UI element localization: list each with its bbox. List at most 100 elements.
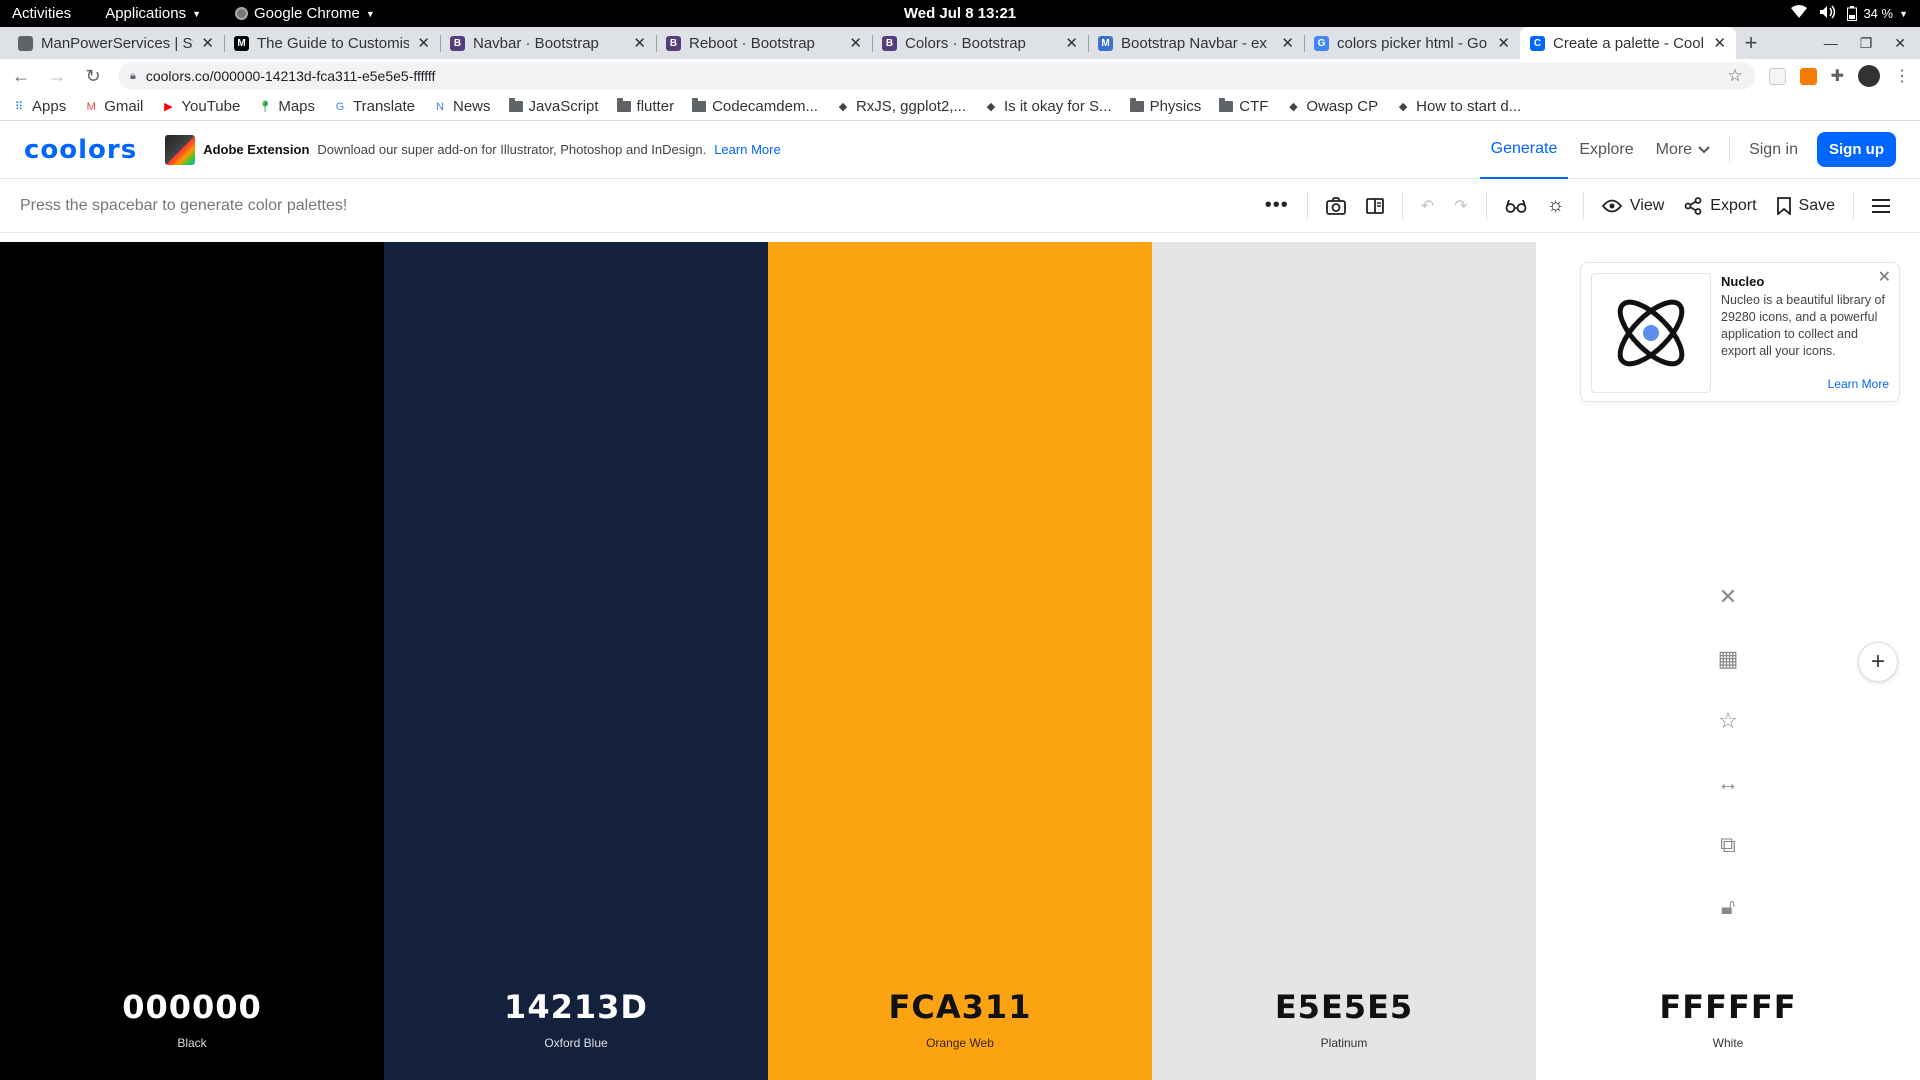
window-controls: — ❐ ✕ [1824,27,1920,59]
toolbar-divider [1485,191,1487,220]
camera-icon[interactable] [1316,191,1356,221]
ad-learn-more-link[interactable]: Learn More [1828,377,1889,391]
extension-blank-icon[interactable] [1768,67,1786,85]
browser-app-menu[interactable]: Google Chrome ▼ [235,5,375,22]
nucleo-ad-card[interactable]: Nucleo Nucleo is a beautiful library of … [1580,262,1900,402]
bookmark-item[interactable]: Physics [1129,98,1201,115]
bookmark-item[interactable]: JavaScript [508,98,599,115]
close-tab-icon[interactable]: ✕ [417,34,430,52]
url-text: coolors.co/000000-14213d-fca311-e5e5e5-f… [145,68,436,84]
reload-icon[interactable]: ↻ [82,66,104,87]
bookmark-item[interactable]: 📍︎ Maps [258,98,315,115]
tab-title: colors picker html - Go [1337,34,1488,52]
profile-avatar[interactable] [1858,65,1880,87]
close-tab-icon[interactable]: ✕ [1497,34,1510,52]
url-input[interactable]: 🔒︎ coolors.co/000000-14213d-fca311-e5e5e… [118,62,1755,90]
more-options-icon[interactable]: ••• [1255,191,1299,221]
extensions-puzzle-icon[interactable]: ✚ [1831,66,1844,86]
copy-icon[interactable]: ⧉ [1716,830,1740,860]
bookmark-item[interactable]: ▶ YouTube [161,98,240,115]
view-button[interactable]: View [1592,191,1674,221]
bookmark-item[interactable]: ⠿ Apps [12,98,66,115]
chrome-menu-icon[interactable]: ⋮ [1894,66,1910,86]
drag-handle-icon[interactable]: ↔ [1716,768,1740,798]
close-tab-icon[interactable]: ✕ [201,34,214,52]
bookmark-item[interactable]: N News [433,98,491,115]
browser-tab[interactable]: Gcolors picker html - Go ✕ [1304,27,1520,59]
save-label: Save [1798,196,1835,214]
close-window-icon[interactable]: ✕ [1894,35,1906,52]
system-clock[interactable]: Wed Jul 8 13:21 [904,5,1016,22]
lock-icon[interactable]: 🔓︎ [1716,892,1740,922]
promo-learn-more-link[interactable]: Learn More [714,142,780,157]
add-color-button[interactable]: + [1858,642,1898,682]
glasses-icon[interactable] [1495,191,1537,221]
sign-in-link[interactable]: Sign in [1738,121,1809,179]
back-icon[interactable]: ← [10,66,32,87]
bookmark-icon [1776,196,1791,215]
browser-tab[interactable]: M Bootstrap Navbar - ex ✕ [1088,27,1304,59]
swatch-hex-code[interactable]: FFFFFF [1536,988,1920,1026]
nav-generate[interactable]: Generate [1479,121,1569,179]
bookmark-label: Translate [353,98,415,115]
close-tab-icon[interactable]: ✕ [849,34,862,52]
shades-grid-icon[interactable]: ▦ [1716,644,1740,674]
coolors-logo[interactable]: coolors [24,135,137,165]
maximize-icon[interactable]: ❐ [1860,35,1873,52]
browser-tab[interactable]: B Colors · Bootstrap ✕ [872,27,1088,59]
redo-icon[interactable]: ↷ [1444,191,1477,221]
browser-tab[interactable]: B Navbar · Bootstrap ✕ [440,27,656,59]
swatch-hex-code[interactable]: 14213D [384,988,768,1026]
export-button[interactable]: Export [1674,191,1766,221]
swatch-hex-code[interactable]: E5E5E5 [1152,988,1536,1026]
extension-chart-icon[interactable] [1799,67,1817,85]
minimize-icon[interactable]: — [1824,35,1838,51]
bookmark-item[interactable]: G Translate [333,98,415,115]
browser-tab[interactable]: C Create a palette - Cool ✕ [1520,27,1736,59]
brightness-icon[interactable]: ☼ [1537,191,1575,221]
bookmark-item[interactable]: CTF [1219,98,1268,115]
hamburger-menu-icon[interactable] [1862,191,1900,221]
sign-up-button[interactable]: Sign up [1817,132,1896,167]
color-swatch[interactable]: 14213D Oxford Blue [384,242,768,1080]
nav-more[interactable]: More [1645,121,1721,179]
favorite-star-icon[interactable]: ☆ [1716,706,1740,736]
save-button[interactable]: Save [1767,191,1845,221]
bookmark-item[interactable]: ◆ Is it okay for S... [984,98,1112,115]
color-swatch[interactable]: E5E5E5 Platinum [1152,242,1536,1080]
split-view-icon[interactable] [1356,191,1394,221]
color-swatch[interactable]: FCA311 Orange Web [768,242,1152,1080]
swatch-color-name: Oxford Blue [544,1036,608,1050]
new-tab-button[interactable]: + [1736,27,1766,59]
close-tab-icon[interactable]: ✕ [1065,34,1078,52]
bookmark-item[interactable]: Codecamdem... [692,98,818,115]
applications-menu[interactable]: Applications ▼ [105,5,201,22]
bookmark-label: How to start d... [1416,98,1522,115]
bookmark-star-icon[interactable]: ☆ [1727,66,1742,86]
browser-tab[interactable]: M The Guide to Customis ✕ [224,27,440,59]
bookmark-item[interactable]: ◆ How to start d... [1396,98,1521,115]
lock-icon[interactable]: 🔒︎ [130,70,136,83]
bookmark-item[interactable]: M Gmail [84,98,144,115]
bookmark-item[interactable]: flutter [616,98,674,115]
close-tab-icon[interactable]: ✕ [633,34,646,52]
close-tab-icon[interactable]: ✕ [1713,34,1726,52]
nav-explore[interactable]: Explore [1568,121,1644,179]
bookmark-item[interactable]: ◆ RxJS, ggplot2,... [836,98,966,115]
remove-color-icon[interactable]: ✕ [1716,582,1740,612]
bookmark-item[interactable]: ◆ Owasp CP [1286,98,1378,115]
browser-tab[interactable]: ManPowerServices | St ✕ [8,27,224,59]
tab-favicon-icon: B [450,35,465,51]
browser-tab[interactable]: B Reboot · Bootstrap ✕ [656,27,872,59]
battery-indicator[interactable]: 34 % ▼ [1847,6,1908,21]
swatch-hex-code[interactable]: FCA311 [768,988,1152,1026]
forward-icon[interactable]: → [46,66,68,87]
close-tab-icon[interactable]: ✕ [1281,34,1294,52]
swatch-hex-code[interactable]: 000000 [0,988,384,1026]
close-ad-icon[interactable]: ✕ [1878,267,1891,287]
activities-button[interactable]: Activities [12,5,71,22]
bookmark-label: YouTube [181,98,241,115]
color-swatch[interactable]: 000000 Black [0,242,384,1080]
ad-title: Nucleo [1721,274,1765,289]
undo-icon[interactable]: ↶ [1411,191,1444,221]
